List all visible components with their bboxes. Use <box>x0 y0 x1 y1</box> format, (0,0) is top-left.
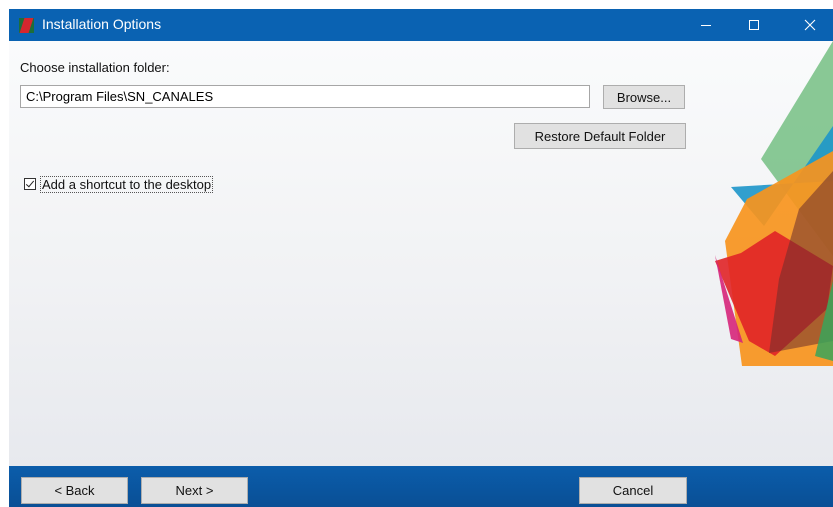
restore-default-folder-button[interactable]: Restore Default Folder <box>514 123 686 149</box>
next-button[interactable]: Next > <box>141 477 248 504</box>
folder-label: Choose installation folder: <box>20 60 170 75</box>
button-bar: < Back Next > Cancel <box>9 466 833 507</box>
close-button[interactable] <box>787 9 833 41</box>
content-area: Choose installation folder: Browse... Re… <box>9 41 833 466</box>
minimize-icon <box>701 25 711 26</box>
browse-button[interactable]: Browse... <box>603 85 685 109</box>
minimize-button[interactable] <box>683 9 729 41</box>
desktop-shortcut-label[interactable]: Add a shortcut to the desktop <box>40 175 214 193</box>
checkmark-icon <box>25 178 35 188</box>
title-bar[interactable]: Installation Options <box>9 9 833 41</box>
back-button[interactable]: < Back <box>21 477 128 504</box>
cancel-button[interactable]: Cancel <box>579 477 687 504</box>
maximize-icon <box>749 20 759 30</box>
installer-window: Installation Options Choose installation… <box>9 9 833 507</box>
install-path-field[interactable] <box>20 85 590 108</box>
desktop-shortcut-checkbox[interactable] <box>24 178 36 190</box>
window-title: Installation Options <box>42 16 162 32</box>
maximize-button[interactable] <box>731 9 777 41</box>
desktop-shortcut-option[interactable]: Add a shortcut to the desktop <box>24 175 214 193</box>
close-icon <box>804 19 816 31</box>
app-icon <box>19 18 34 33</box>
